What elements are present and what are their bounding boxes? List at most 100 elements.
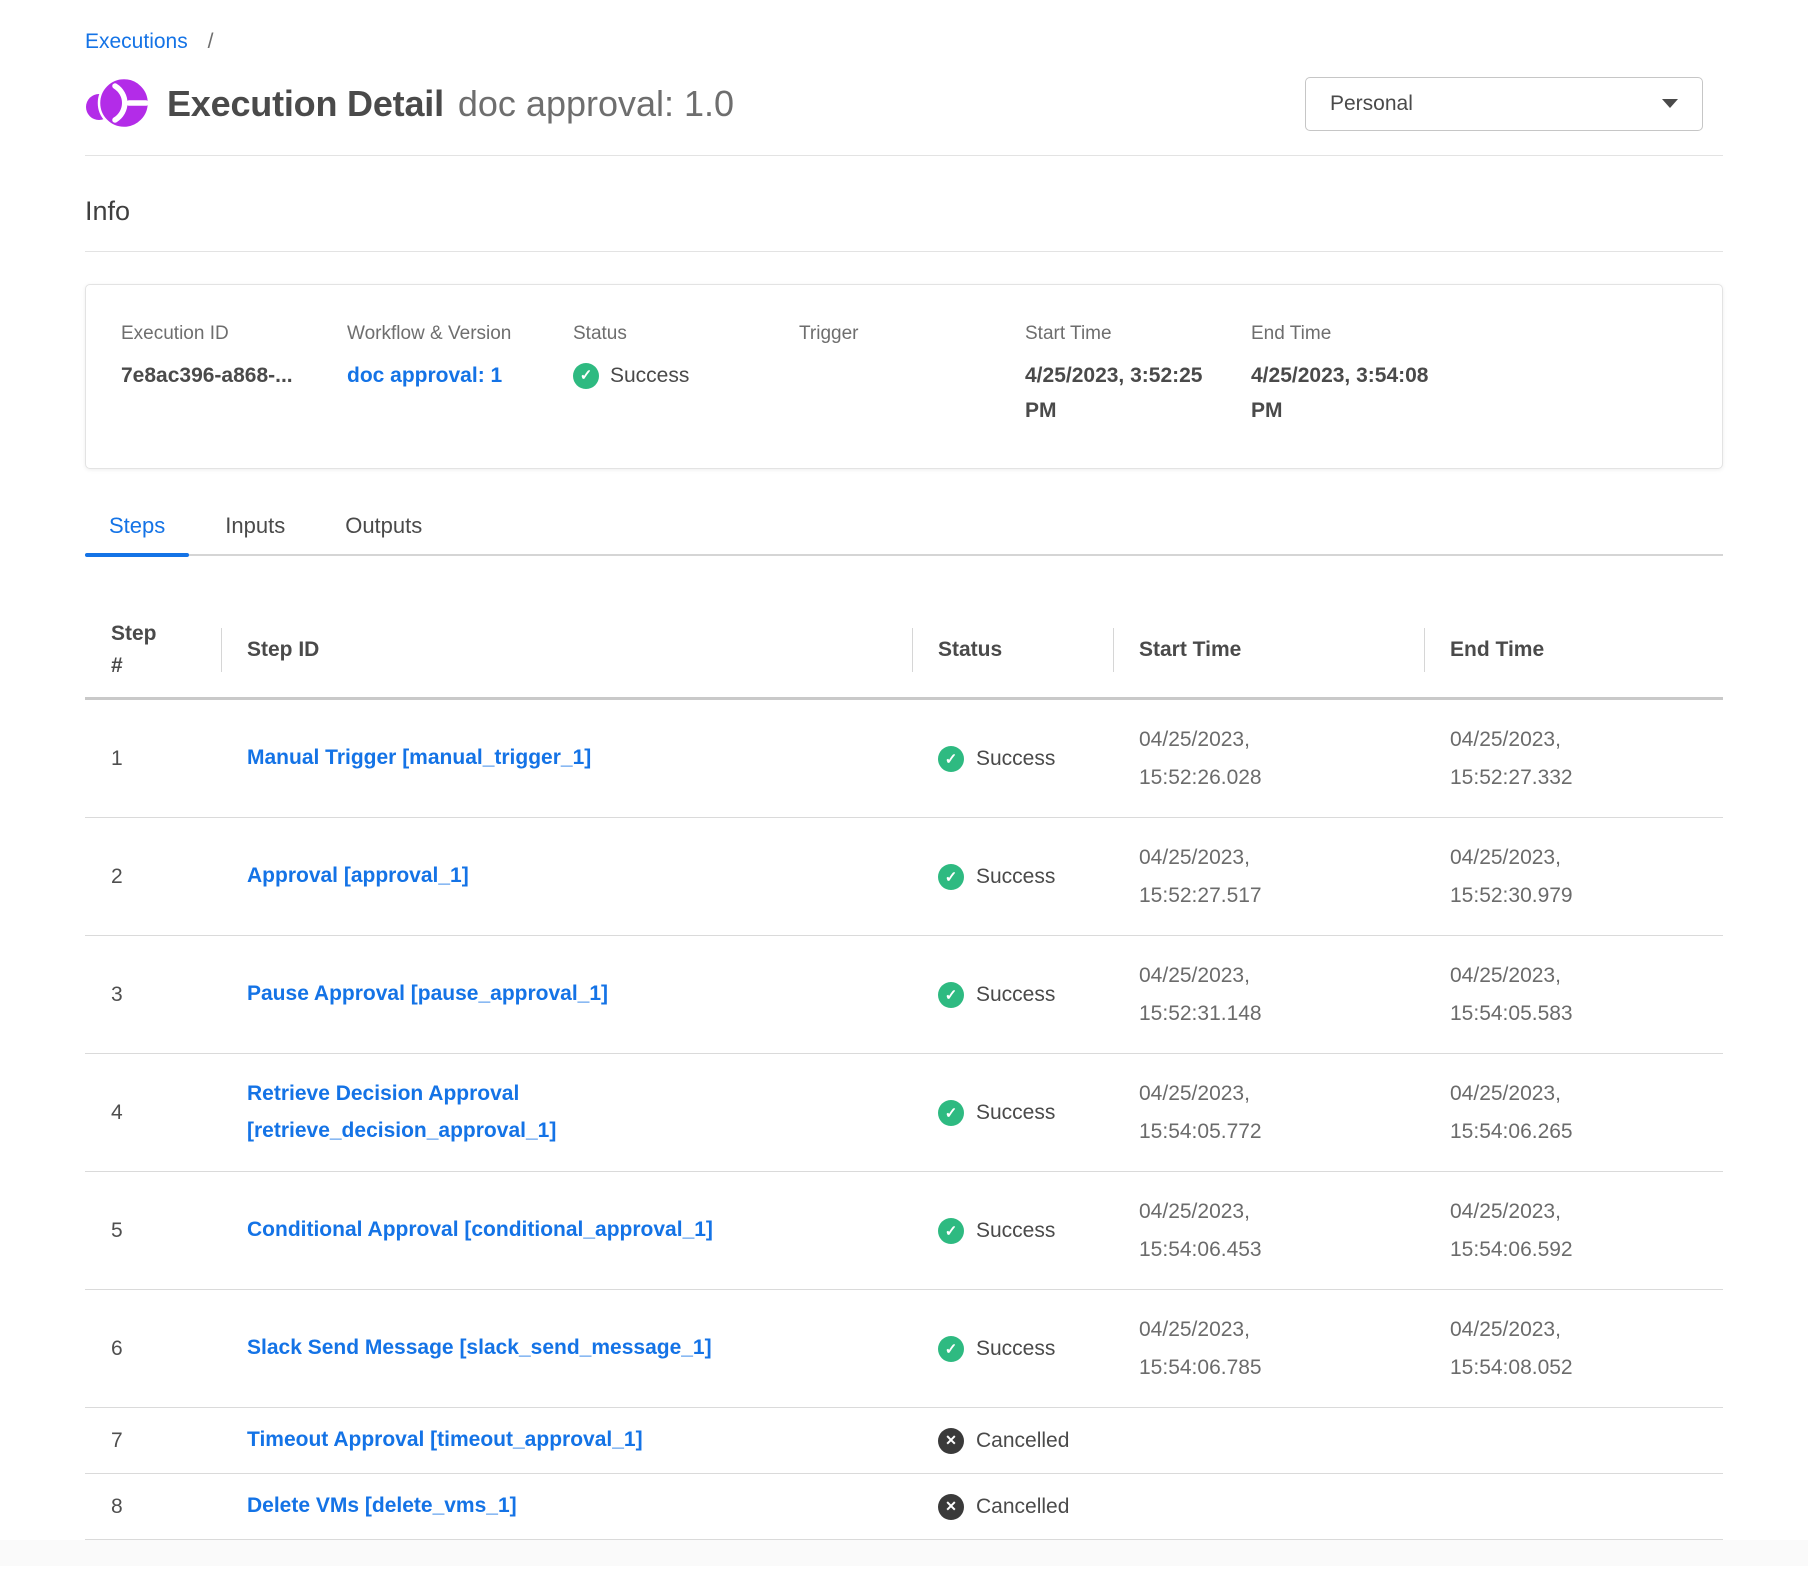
- step-number-cell: 2: [85, 851, 221, 903]
- start-time-cell: 04/25/2023,15:52:31.148: [1113, 943, 1424, 1047]
- status-cell: ✓Success: [912, 1086, 1113, 1140]
- column-header-status: Status: [912, 618, 1113, 682]
- info-section-title: Info: [85, 196, 1723, 227]
- step-id-cell: Pause Approval [pause_approval_1]: [221, 962, 912, 1027]
- check-circle-icon: ✓: [938, 864, 964, 890]
- status-text: Success: [976, 1219, 1055, 1243]
- status-text: Success: [976, 983, 1055, 1007]
- end-time-cell: 04/25/2023,15:54:08.052: [1424, 1297, 1723, 1401]
- table-row: 2 Approval [approval_1] ✓Success 04/25/2023…: [85, 818, 1723, 936]
- bottom-strip: [0, 1540, 1808, 1566]
- step-number-cell: 4: [85, 1087, 221, 1139]
- page-header: Execution Detail doc approval: 1.0 Perso…: [85, 76, 1723, 131]
- status-cell: ✓Success: [912, 850, 1113, 904]
- table-row: 8 Delete VMs [delete_vms_1] ✕ Cancelled: [85, 1474, 1723, 1540]
- step-id-cell: Retrieve Decision Approval [retrieve_dec…: [221, 1062, 912, 1164]
- column-header-label: Step ID: [247, 638, 319, 661]
- x-circle-icon: ✕: [938, 1428, 964, 1454]
- header-divider: [85, 155, 1723, 156]
- table-row: 7Timeout Approval [timeout_approval_1]✕C…: [85, 1408, 1723, 1474]
- start-time-cell-clock: 15:54:06.785: [1139, 1349, 1406, 1387]
- chevron-down-icon: [1662, 99, 1678, 108]
- table-row: 3 Pause Approval [pause_approval_1] ✓ Succe…: [85, 936, 1723, 1054]
- title-group: Execution Detail doc approval: 1.0: [85, 76, 734, 131]
- check-circle-icon: ✓: [938, 1100, 964, 1126]
- tabs: Steps Inputs Outputs: [85, 507, 1723, 556]
- status-text: Cancelled: [976, 1495, 1069, 1519]
- step-id-link[interactable]: Timeout Approval [timeout_approval_1]: [247, 1422, 643, 1459]
- info-label-execution-id: Execution ID: [121, 323, 329, 345]
- status-cell: ✕ Cancelled: [912, 1480, 1113, 1534]
- end-time-cell-clock: 15:54:05.583: [1450, 995, 1705, 1033]
- step-id-link[interactable]: Delete VMs [delete_vms_1]: [247, 1488, 517, 1525]
- status-cell: ✓Success: [912, 1322, 1113, 1376]
- start-time-cell-clock: 15:52:26.028: [1139, 759, 1406, 797]
- end-time-cell-date: 04/25/2023,: [1450, 721, 1705, 759]
- column-header-start-time: Start Time: [1113, 618, 1424, 682]
- end-time-cell-date: 04/25/2023,: [1450, 1311, 1705, 1349]
- end-time-cell-clock: 15:54:06.265: [1450, 1113, 1705, 1151]
- step-id-link[interactable]: Retrieve Decision Approval [retrieve_dec…: [247, 1076, 757, 1150]
- status-cell: ✓ Success: [912, 968, 1113, 1022]
- steps-table-header: Step # Step ID Status Start Time End Time: [85, 602, 1723, 700]
- tab-steps[interactable]: Steps: [85, 507, 189, 554]
- column-header-step-id: Step ID: [221, 618, 912, 682]
- step-id-link[interactable]: Slack Send Message [slack_send_message_1…: [247, 1330, 712, 1367]
- info-label-trigger: Trigger: [799, 323, 1007, 345]
- start-time-cell-date: 04/25/2023,: [1139, 1193, 1406, 1231]
- step-number-cell: 1: [85, 733, 221, 785]
- execution-status-text: Success: [610, 359, 689, 394]
- step-number-cell: 3: [85, 969, 221, 1021]
- info-label-workflow-version: Workflow & Version: [347, 323, 555, 345]
- tab-inputs[interactable]: Inputs: [201, 507, 309, 554]
- x-circle-icon: ✕: [938, 1494, 964, 1520]
- start-time-cell-clock: 15:52:31.148: [1139, 995, 1406, 1033]
- steps-table: Step # Step ID Status Start Time End Time 1M…: [85, 602, 1723, 1540]
- info-field-status: Status ✓Success: [573, 323, 799, 428]
- column-header-label: Step #: [111, 618, 169, 681]
- start-time-cell-date: 04/25/2023,: [1139, 1075, 1406, 1113]
- end-time-cell-clock: 15:54:06.592: [1450, 1231, 1705, 1269]
- column-header-label: Start Time: [1139, 638, 1241, 661]
- end-time-cell: 04/25/2023,15:54:05.583: [1424, 943, 1723, 1047]
- breadcrumb-executions-link[interactable]: Executions: [85, 30, 188, 53]
- start-time-cell-date: 04/25/2023,: [1139, 957, 1406, 995]
- column-header-end-time: End Time: [1424, 618, 1723, 682]
- check-circle-icon: ✓: [938, 1218, 964, 1244]
- step-id-link[interactable]: Conditional Approval [conditional_approv…: [247, 1212, 713, 1249]
- status-text: Success: [976, 1337, 1055, 1361]
- start-time-cell: [1113, 1427, 1424, 1455]
- info-field-end-time: End Time4/25/2023, 3:54:08 PM: [1251, 323, 1477, 428]
- end-time-cell: [1424, 1427, 1723, 1455]
- step-id-cell: Slack Send Message [slack_send_message_1…: [221, 1316, 912, 1381]
- execution-status: ✓Success: [573, 359, 781, 394]
- execution-detail-page: Executions / Execution Detail doc approv…: [85, 0, 1723, 1540]
- end-time-cell: 04/25/2023,15:52:27.332: [1424, 707, 1723, 811]
- info-label-end-time: End Time: [1251, 323, 1459, 345]
- end-time-cell-clock: 15:52:27.332: [1450, 759, 1705, 797]
- step-id-link[interactable]: Approval [approval_1]: [247, 858, 469, 895]
- table-row: 5Conditional Approval [conditional_appro…: [85, 1172, 1723, 1290]
- info-field-workflow-version: Workflow & Version doc approval: 1: [347, 323, 573, 428]
- status-cell: ✓Success: [912, 732, 1113, 786]
- end-time-cell: [1424, 1493, 1723, 1521]
- start-time-cell-clock: 15:52:27.517: [1139, 877, 1406, 915]
- start-time-cell-date: 04/25/2023,: [1139, 839, 1406, 877]
- workflow-version-link[interactable]: doc approval: 1: [347, 359, 502, 394]
- step-number-cell: 7: [85, 1415, 221, 1467]
- info-field-execution-id: Execution ID7e8ac396-a868-...: [121, 323, 347, 428]
- breadcrumb-separator: /: [208, 30, 214, 53]
- step-number-cell: 8: [85, 1481, 221, 1533]
- end-time-cell-date: 04/25/2023,: [1450, 1193, 1705, 1231]
- step-id-link[interactable]: Manual Trigger [manual_trigger_1]: [247, 740, 591, 777]
- workflow-name-version: doc approval: 1.0: [458, 83, 734, 125]
- breadcrumb: Executions /: [85, 30, 1723, 54]
- check-circle-icon: ✓: [938, 982, 964, 1008]
- scope-dropdown[interactable]: Personal: [1305, 77, 1703, 131]
- end-time-cell-date: 04/25/2023,: [1450, 1075, 1705, 1113]
- tab-outputs[interactable]: Outputs: [321, 507, 446, 554]
- column-header-label: End Time: [1450, 638, 1544, 661]
- info-label-status: Status: [573, 323, 781, 345]
- step-id-link[interactable]: Pause Approval [pause_approval_1]: [247, 976, 608, 1013]
- start-time-cell-clock: 15:54:06.453: [1139, 1231, 1406, 1269]
